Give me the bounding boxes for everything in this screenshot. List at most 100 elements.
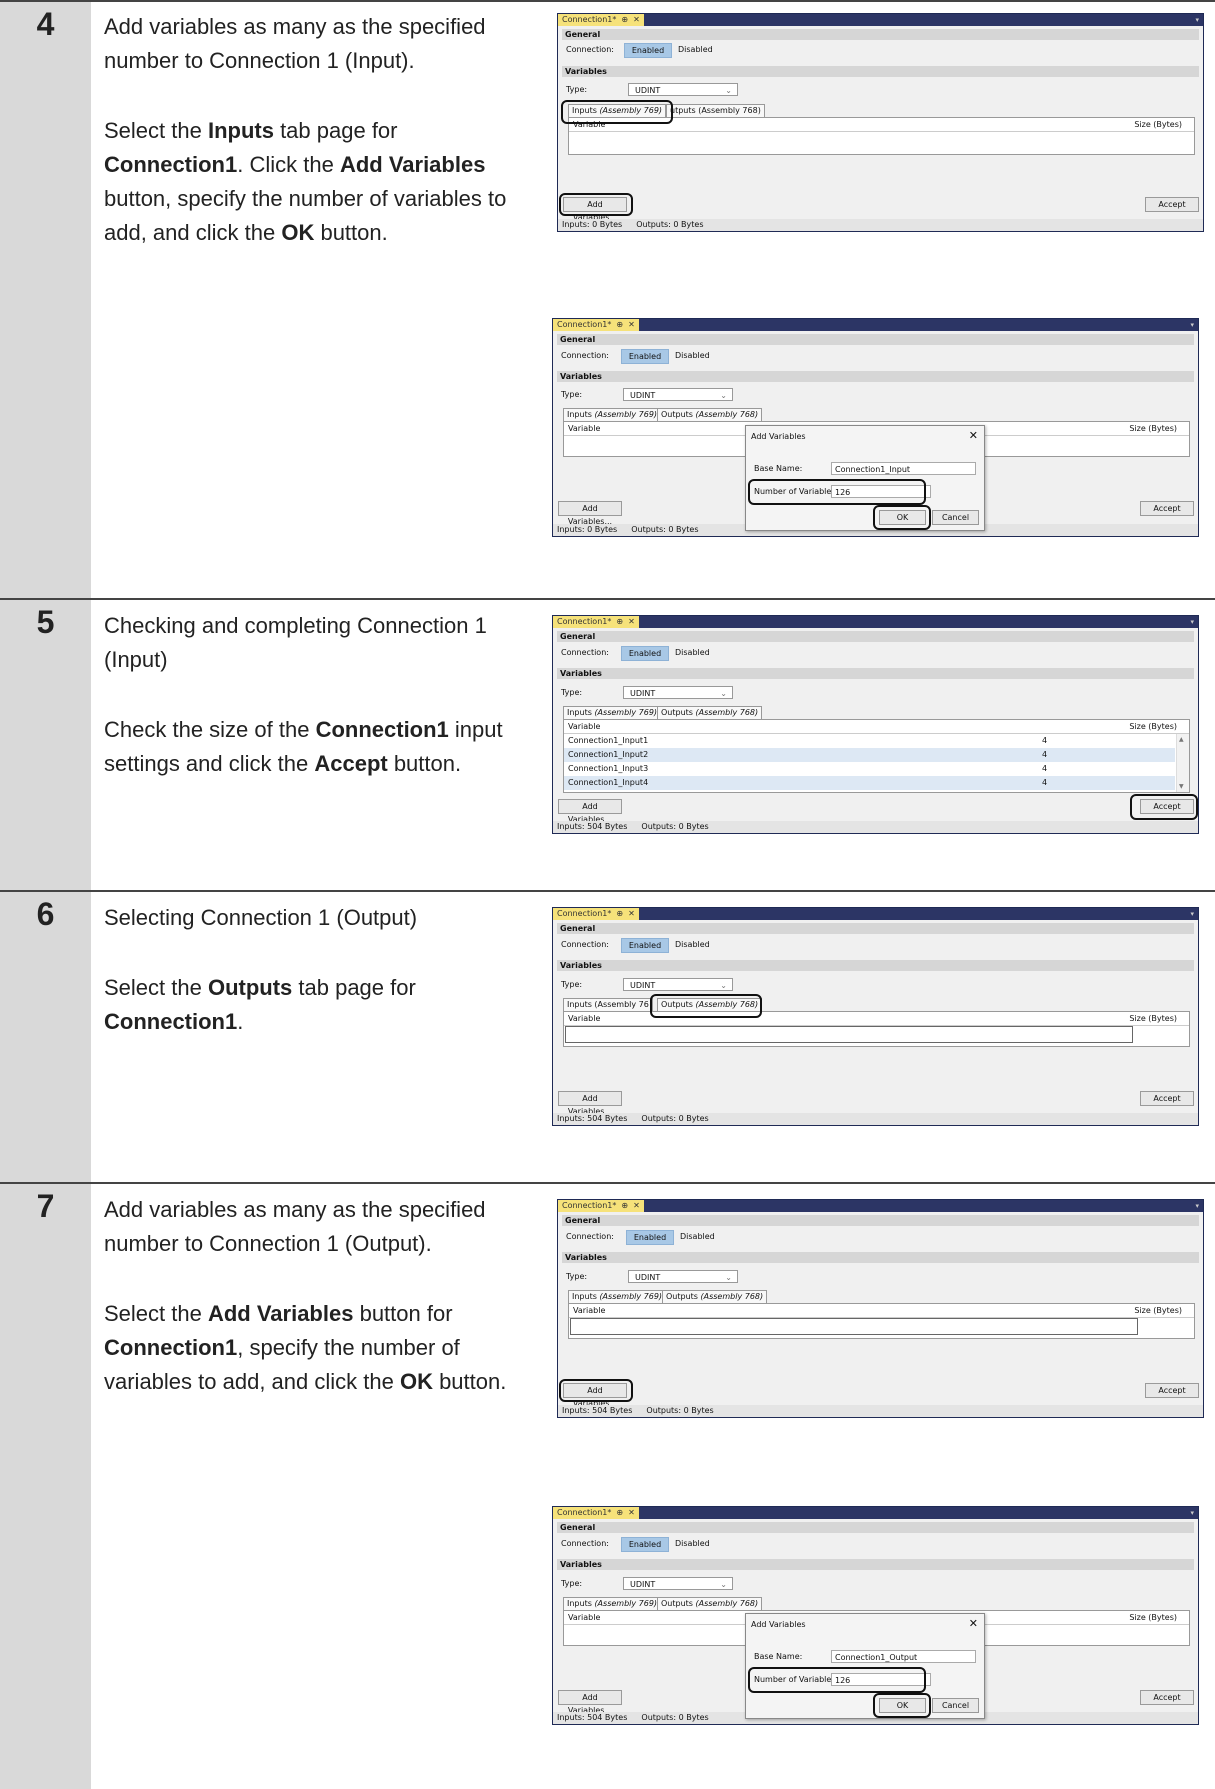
close-icon[interactable]: ✕ xyxy=(969,429,978,442)
pin-icon[interactable]: ⊕ xyxy=(616,909,623,918)
type-label: Type: xyxy=(566,1272,588,1281)
step-number-column xyxy=(0,892,91,1184)
tab-inputs[interactable]: Inputs (Assembly 769) xyxy=(568,1290,667,1304)
tab-outputs[interactable]: Outputs (Assembly 768) xyxy=(657,408,763,422)
enabled-button[interactable]: Enabled xyxy=(621,646,669,661)
disabled-button[interactable]: Disabled xyxy=(675,938,710,951)
disabled-button[interactable]: Disabled xyxy=(675,646,710,659)
enabled-button[interactable]: Enabled xyxy=(621,938,669,953)
step-description: Add variables as many as the specified n… xyxy=(104,1193,524,1435)
disabled-button[interactable]: Disabled xyxy=(678,43,713,56)
step-instructions: Check the size of the Connection1 in­put… xyxy=(104,717,503,776)
close-icon[interactable]: ✕ xyxy=(628,617,635,626)
grid-header: Variable Size (Bytes) xyxy=(569,1304,1194,1318)
add-variables-button[interactable]: Add Variables... xyxy=(558,799,622,824)
type-select[interactable]: UDINT ⌄ xyxy=(623,686,733,699)
chevron-down-icon[interactable]: ▾ xyxy=(1195,1200,1199,1212)
disabled-button[interactable]: Disabled xyxy=(680,1230,715,1243)
step-description: Selecting Connection 1 (Output) Select t… xyxy=(104,901,524,1075)
document-tab-bar: Connection1* ⊕ ✕ ▾ xyxy=(553,1507,1198,1519)
variables-section-header: Variables xyxy=(557,668,1194,679)
pin-icon[interactable]: ⊕ xyxy=(616,1508,623,1517)
empty-variable-row[interactable] xyxy=(565,1026,1133,1043)
chevron-down-icon[interactable]: ▾ xyxy=(1195,14,1199,26)
document-tab[interactable]: Connection1* ⊕ ✕ xyxy=(558,1200,644,1212)
cancel-button[interactable]: Cancel xyxy=(932,510,979,525)
table-row[interactable]: Connection1_Input1 4 xyxy=(564,734,1175,748)
pin-icon[interactable]: ⊕ xyxy=(621,1201,628,1210)
close-icon[interactable]: ✕ xyxy=(969,1617,978,1630)
step-number: 6 xyxy=(36,896,55,932)
table-row[interactable]: Connection1_Input4 4 xyxy=(564,776,1175,790)
close-icon[interactable]: ✕ xyxy=(628,320,635,329)
tab-outputs[interactable]: Outputs (Assembly 768) xyxy=(657,706,763,720)
document-tab[interactable]: Connection1* ⊕ ✕ xyxy=(558,14,644,26)
cancel-button[interactable]: Cancel xyxy=(932,1698,979,1713)
close-icon[interactable]: ✕ xyxy=(633,1201,640,1210)
step-number: 5 xyxy=(36,604,55,640)
number-highlight xyxy=(748,479,926,505)
enabled-button[interactable]: Enabled xyxy=(621,1537,669,1552)
general-section-header: General xyxy=(557,334,1194,345)
type-select[interactable]: UDINT ⌄ xyxy=(628,83,738,96)
chevron-down-icon[interactable]: ▾ xyxy=(1190,616,1194,628)
pin-icon[interactable]: ⊕ xyxy=(616,320,623,329)
general-section-header: General xyxy=(557,631,1194,642)
document-tab[interactable]: Connection1* ⊕ ✕ xyxy=(553,908,639,920)
accept-button[interactable]: Accept xyxy=(1145,197,1199,212)
type-select[interactable]: UDINT ⌄ xyxy=(623,388,733,401)
add-variables-button[interactable]: Add Variables... xyxy=(558,501,622,526)
document-tab[interactable]: Connection1* ⊕ ✕ xyxy=(553,1507,639,1519)
tab-outputs[interactable]: utputs (Assembly 768) xyxy=(666,104,765,118)
table-row[interactable]: Connection1_Input2 4 xyxy=(564,748,1175,762)
chevron-down-icon: ⌄ xyxy=(720,689,727,698)
chevron-down-icon[interactable]: ▾ xyxy=(1190,1507,1194,1519)
close-icon[interactable]: ✕ xyxy=(628,909,635,918)
tab-inputs[interactable]: Inputs (Assembly 769) xyxy=(563,706,662,720)
scrollbar[interactable]: ▲ ▼ xyxy=(1176,734,1189,792)
close-icon[interactable]: ✕ xyxy=(628,1508,635,1517)
document-tab[interactable]: Connection1* ⊕ ✕ xyxy=(553,616,639,628)
table-row[interactable]: Connection1_Input3 4 xyxy=(564,762,1175,776)
disabled-button[interactable]: Disabled xyxy=(675,349,710,362)
step-number: 4 xyxy=(36,6,55,42)
step-5-row: 5 Checking and completing Connection 1 (… xyxy=(0,598,1215,892)
step-instructions: Select the Add Variables button for Conn… xyxy=(104,1301,507,1394)
step-number-column xyxy=(0,1184,91,1789)
base-name-input[interactable]: Connection1_Output xyxy=(831,1650,976,1663)
connection-label: Connection: xyxy=(561,351,609,360)
tab-inputs[interactable]: Inputs (Assembly 769) xyxy=(563,408,662,422)
empty-variable-row[interactable] xyxy=(570,1318,1138,1335)
chevron-down-icon[interactable]: ▾ xyxy=(1190,908,1194,920)
tab-inputs[interactable]: Inputs (Assembly 76 xyxy=(563,998,653,1012)
tab-outputs[interactable]: Outputs (Assembly 768) xyxy=(662,1290,768,1304)
accept-button[interactable]: Accept xyxy=(1140,1690,1194,1705)
accept-button[interactable]: Accept xyxy=(1145,1383,1199,1398)
close-icon[interactable]: ✕ xyxy=(633,15,640,24)
accept-button[interactable]: Accept xyxy=(1140,1091,1194,1106)
outputs-tab-highlight xyxy=(650,994,762,1018)
type-select[interactable]: UDINT ⌄ xyxy=(623,1577,733,1590)
base-name-input[interactable]: Connection1_Input xyxy=(831,462,976,475)
enabled-button[interactable]: Enabled xyxy=(624,43,672,58)
connection-label: Connection: xyxy=(561,940,609,949)
base-name-label: Base Name: xyxy=(754,464,803,473)
chevron-down-icon[interactable]: ▾ xyxy=(1190,319,1194,331)
pin-icon[interactable]: ⊕ xyxy=(621,15,628,24)
accept-button[interactable]: Accept xyxy=(1140,501,1194,516)
step-summary: Add variables as many as the specified n… xyxy=(104,14,486,73)
enabled-button[interactable]: Enabled xyxy=(621,349,669,364)
disabled-button[interactable]: Disabled xyxy=(675,1537,710,1550)
document-tab[interactable]: Connection1* ⊕ ✕ xyxy=(553,319,639,331)
step-description: Add variables as many as the specified n… xyxy=(104,10,524,286)
add-variables-button[interactable]: Add Variables... xyxy=(558,1690,622,1715)
tab-outputs[interactable]: Outputs (Assembly 768) xyxy=(657,1597,763,1611)
enabled-button[interactable]: Enabled xyxy=(626,1230,674,1245)
type-select[interactable]: UDINT ⌄ xyxy=(623,978,733,991)
dialog-title: Add Variables xyxy=(751,1620,806,1629)
general-section-header: General xyxy=(557,923,1194,934)
tab-inputs[interactable]: Inputs (Assembly 769) xyxy=(563,1597,662,1611)
pin-icon[interactable]: ⊕ xyxy=(616,617,623,626)
type-select[interactable]: UDINT ⌄ xyxy=(628,1270,738,1283)
add-variables-button[interactable]: Add Variables... xyxy=(558,1091,622,1116)
